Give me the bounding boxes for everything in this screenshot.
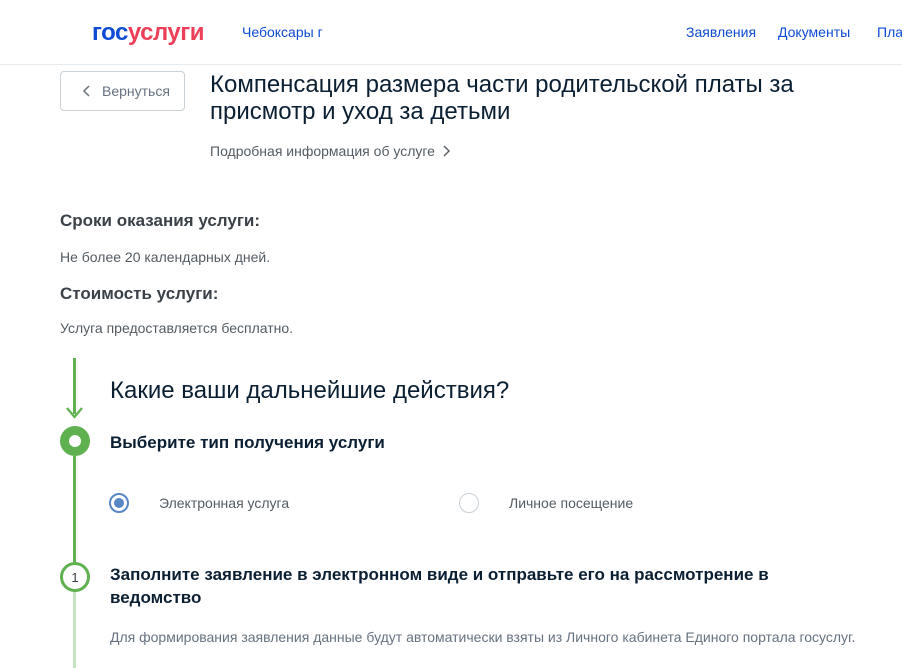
- chevron-right-icon: [443, 145, 450, 157]
- radio-electronic[interactable]: [109, 493, 129, 513]
- city-selector[interactable]: Чебоксары г: [242, 24, 323, 40]
- terms-heading: Сроки оказания услуги:: [60, 211, 261, 230]
- gosuslugi-logo[interactable]: госуслуги: [92, 19, 205, 47]
- option-electronic-service[interactable]: Электронная услуга: [109, 492, 289, 514]
- back-button[interactable]: Вернуться: [60, 71, 185, 111]
- radio-personal[interactable]: [459, 493, 479, 513]
- radio-checked-dot: [114, 498, 124, 508]
- step-fill-application-text: Для формирования заявления данные будут …: [110, 629, 856, 645]
- back-button-label: Вернуться: [102, 83, 170, 99]
- step-choose-type-heading: Выберите тип получения услуги: [110, 433, 385, 452]
- option-personal-visit[interactable]: Личное посещение: [459, 492, 633, 514]
- service-details-label: Подробная информация об услуге: [210, 143, 435, 159]
- chevron-left-icon: [82, 85, 90, 97]
- nav-payments[interactable]: Пла: [877, 24, 902, 40]
- next-steps-heading: Какие ваши дальнейшие действия?: [110, 377, 510, 404]
- step-fill-application-heading: Заполните заявление в электронном виде и…: [110, 565, 769, 607]
- step-current-marker: [60, 426, 90, 456]
- logo-part-uslugi: услуги: [127, 19, 205, 46]
- progress-line-bottom: [73, 592, 76, 668]
- nav-applications[interactable]: Заявления: [686, 24, 756, 40]
- step-current-dot: [69, 435, 81, 447]
- cost-heading: Стоимость услуги:: [60, 284, 219, 303]
- cost-text: Услуга предоставляется бесплатно.: [60, 320, 294, 336]
- service-title: Компенсация размера части родительской п…: [210, 71, 794, 125]
- progress-line-middle: [73, 456, 76, 562]
- option-personal-label: Личное посещение: [509, 495, 634, 511]
- option-electronic-label: Электронная услуга: [159, 495, 290, 511]
- service-details-link[interactable]: Подробная информация об услуге: [210, 143, 451, 159]
- logo-part-gos: гос: [92, 19, 128, 46]
- step-number-badge: 1: [60, 562, 90, 592]
- nav-documents[interactable]: Документы: [778, 24, 850, 40]
- arrow-down-icon: [66, 407, 83, 419]
- site-header: госуслуги Чебоксары г Заявления Документ…: [0, 0, 902, 65]
- terms-text: Не более 20 календарных дней.: [60, 249, 271, 265]
